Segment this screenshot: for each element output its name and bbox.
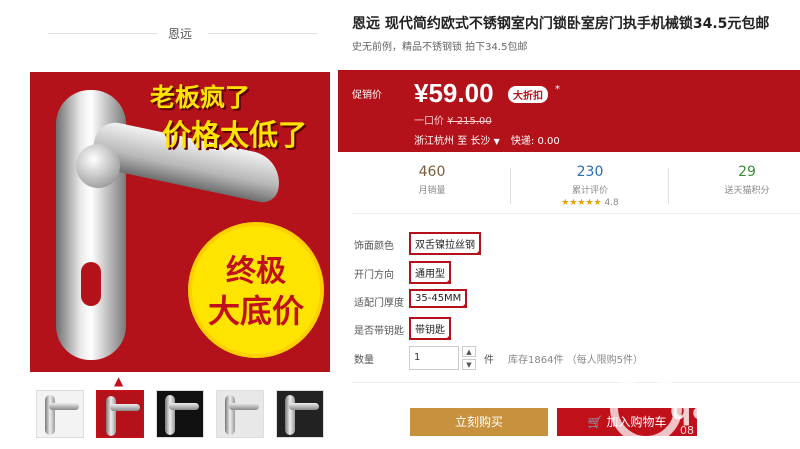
option-direction-selected[interactable]: 通用型	[409, 261, 451, 284]
promo-price: ¥59.00	[414, 78, 494, 108]
ship-to-word: 至	[457, 136, 468, 147]
option-color-selected[interactable]: 双舌镍拉丝钢	[409, 232, 481, 255]
chevron-down-icon: ▼	[493, 137, 500, 146]
stat-number: 29	[738, 164, 756, 180]
option-label-thickness: 适配门厚度	[354, 298, 404, 309]
shipping-info: 浙江杭州 至 长沙 ▼ 快递: 0.00	[414, 132, 560, 147]
thumb-lock-icon	[106, 396, 116, 436]
thumbnail-3[interactable]	[156, 390, 204, 438]
quantity-increase-icon[interactable]: ▲	[462, 346, 476, 357]
ship-fee: 快递: 0.00	[510, 136, 560, 147]
option-label-direction: 开门方向	[354, 270, 394, 281]
quantity-unit: 件	[484, 355, 494, 366]
thumbnail-1[interactable]	[36, 390, 84, 438]
ship-from: 浙江杭州	[414, 136, 454, 147]
thumb-lock-icon	[285, 395, 295, 435]
thumb-handle-icon	[229, 403, 259, 410]
main-product-image[interactable]: 老板疯了 价格太低了 终极 大底价	[30, 72, 330, 372]
stat-label: 月销量	[418, 186, 446, 196]
stat-label: 送天猫积分	[724, 186, 770, 196]
option-label-key: 是否带钥匙	[354, 326, 404, 337]
stat-points: 29 送天猫积分	[672, 164, 800, 196]
thumb-lock-icon	[225, 395, 235, 435]
quantity-input[interactable]: 1	[409, 346, 459, 370]
promo-label: 促销价	[352, 90, 382, 101]
sales-stats: 460 月销量 230 累计评价 ★★★★★ 4.8 29 送天猫积分	[352, 160, 800, 214]
product-subtitle: 史无前例，精品不锈钢锁 拍下34.5包邮	[352, 42, 528, 53]
thumb-lock-icon	[165, 395, 175, 435]
stat-reviews[interactable]: 230 累计评价 ★★★★★ 4.8	[515, 164, 665, 208]
original-price: 一口价 ¥ 215.00	[414, 112, 492, 127]
star-rating-icon: ★★★★★	[561, 198, 602, 208]
stat-number: 460	[418, 164, 446, 180]
promo-panel: 促销价 ¥59.00 大折扣 * 一口价 ¥ 215.00 浙江杭州 至 长沙 …	[338, 70, 800, 152]
thumb-handle-icon	[169, 403, 199, 410]
divider	[510, 168, 511, 204]
banner-line-2: 价格太低了	[162, 118, 308, 152]
thumb-handle-icon	[289, 403, 319, 410]
thumbnail-strip	[36, 390, 336, 440]
divider	[208, 33, 318, 34]
shop-header: 恩远	[30, 22, 330, 44]
original-price-label: 一口价	[414, 116, 444, 127]
keyhole	[81, 262, 101, 306]
thumbnail-2[interactable]	[96, 390, 144, 438]
option-label-color: 饰面颜色	[354, 241, 394, 252]
circle-text-1: 终极	[226, 254, 286, 289]
quantity-label: 数量	[354, 355, 374, 366]
buy-now-button[interactable]: 立刻购买	[410, 408, 548, 436]
thumbnail-4[interactable]	[216, 390, 264, 438]
option-key-selected[interactable]: 带钥匙	[409, 317, 451, 340]
rating: ★★★★★ 4.8	[561, 198, 619, 208]
stat-monthly-sales: 460 月销量	[357, 164, 507, 196]
option-thickness-selected[interactable]: 35-45MM	[409, 289, 468, 308]
banner-line-1: 老板疯了	[150, 83, 251, 112]
stat-number: 230	[576, 164, 604, 180]
circle-text-2: 大底价	[207, 292, 304, 330]
thumb-lock-icon	[45, 395, 55, 435]
divider	[668, 168, 669, 204]
price-circle: 终极 大底价	[188, 222, 324, 358]
lock-knob	[76, 144, 120, 188]
quantity-decrease-icon[interactable]: ▼	[462, 359, 476, 370]
stat-label: 累计评价	[571, 186, 608, 196]
original-price-value: ¥ 215.00	[447, 116, 492, 127]
star-mark: *	[555, 84, 560, 95]
discount-badge: 大折扣	[508, 86, 548, 103]
thumb-handle-icon	[110, 404, 140, 411]
caret-up-icon: ▲	[114, 374, 124, 388]
thumbnail-5[interactable]	[276, 390, 324, 438]
watermark: q8 搜家 08	[600, 360, 800, 449]
watermark-url: 08	[680, 424, 694, 437]
product-title: 恩远 现代简约欧式不锈钢室内门锁卧室房门执手机械锁34.5元包邮	[352, 16, 770, 32]
ship-destination-select[interactable]: 长沙 ▼	[470, 136, 499, 147]
watermark-text: q8 搜家	[670, 392, 783, 427]
thumb-handle-icon	[49, 403, 79, 410]
